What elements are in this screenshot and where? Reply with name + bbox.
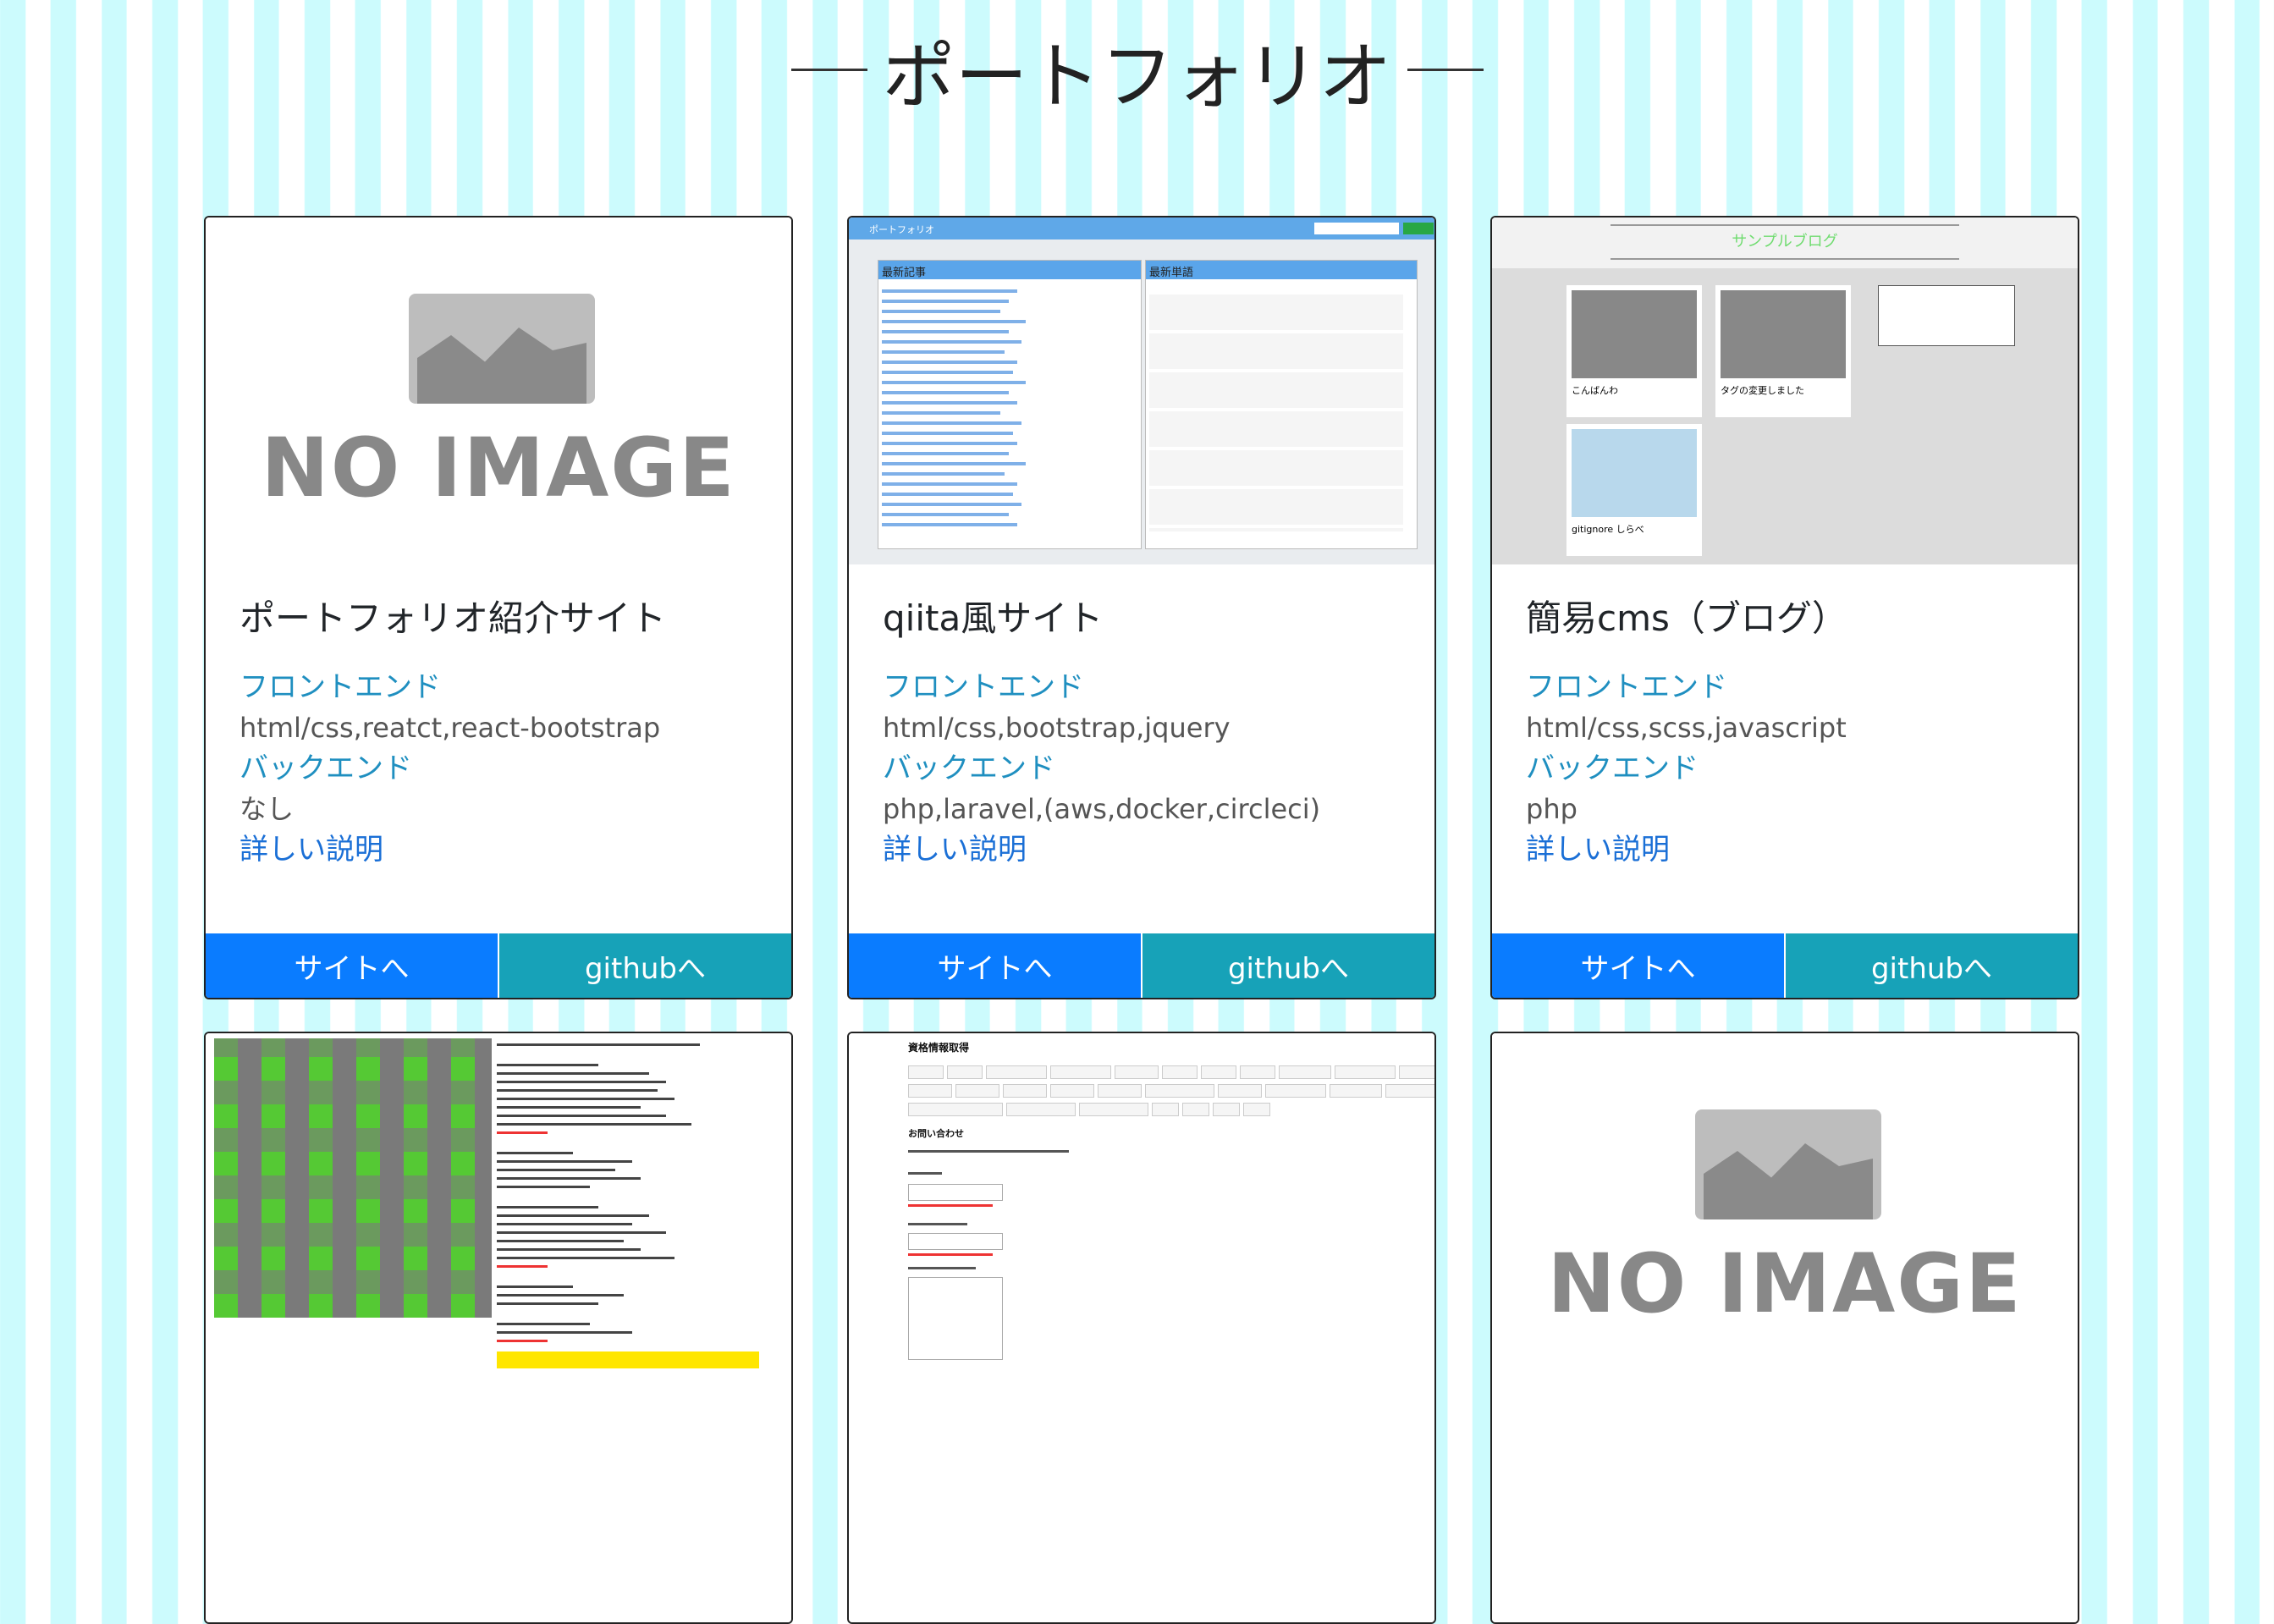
cms-header: サンプルブログ bbox=[1492, 217, 2078, 268]
title-right-rule bbox=[1407, 69, 1484, 71]
maze-image bbox=[214, 1038, 492, 1318]
contact-heading: お問い合わせ bbox=[908, 1128, 964, 1139]
no-image-placeholder[interactable]: NO IMAGE bbox=[1492, 1033, 2078, 1622]
card-image[interactable]: NO IMAGE bbox=[206, 217, 791, 564]
card-body: 簡易cms（ブログ） フロントエンド html/css,scss,javascr… bbox=[1526, 590, 2052, 870]
frontend-value: html/css,scss,javascript bbox=[1526, 712, 1847, 744]
card-body: ポートフォリオ紹介サイト フロントエンド html/css,reatct,rea… bbox=[240, 590, 766, 870]
card-image[interactable]: ポートフォリオ 最新記事 最新単語 bbox=[849, 217, 1434, 564]
backend-label: バックエンド bbox=[240, 751, 412, 785]
github-button[interactable]: githubへ bbox=[1141, 933, 1434, 998]
col-words-head: 最新単語 bbox=[1146, 261, 1417, 279]
screenshot-col1-title: 最新記事 bbox=[882, 267, 927, 279]
profile-box bbox=[1878, 285, 2015, 346]
blog-post-image bbox=[1572, 429, 1697, 517]
card-title: ポートフォリオ紹介サイト bbox=[240, 597, 667, 639]
card-image[interactable]: サンプルブログ こんばんわ タグの変更しました gitignore しらべ bbox=[1492, 217, 2078, 564]
no-image-placeholder: NO IMAGE bbox=[206, 217, 791, 564]
blog-post-title: こんばんわ bbox=[1572, 385, 1618, 396]
col-articles-head: 最新記事 bbox=[878, 261, 1141, 279]
portfolio-card-3: サンプルブログ こんばんわ タグの変更しました gitignore しらべ 簡易… bbox=[1490, 216, 2079, 999]
card-buttons: サイトへ githubへ bbox=[849, 933, 1434, 998]
screenshot-col-words: 最新単語 bbox=[1145, 260, 1418, 549]
portfolio-card-1: NO IMAGE ポートフォリオ紹介サイト フロントエンド html/css,r… bbox=[204, 216, 793, 999]
frontend-value: html/css,bootstrap,jquery bbox=[883, 712, 1231, 744]
blog-title: サンプルブログ bbox=[1732, 233, 1838, 250]
frontend-value: html/css,reatct,react-bootstrap bbox=[240, 712, 661, 744]
site-button[interactable]: サイトへ bbox=[206, 933, 498, 998]
card-buttons: サイトへ githubへ bbox=[1492, 933, 2078, 998]
email-input-preview bbox=[908, 1233, 1003, 1250]
portfolio-card-6: NO IMAGE bbox=[1490, 1032, 2079, 1624]
game-log bbox=[497, 1038, 786, 1622]
backend-value: php bbox=[1526, 793, 1577, 825]
card-buttons: サイトへ githubへ bbox=[206, 933, 791, 998]
blog-post-image bbox=[1721, 290, 1846, 378]
site-button[interactable]: サイトへ bbox=[849, 933, 1141, 998]
backend-label: バックエンド bbox=[883, 751, 1055, 785]
portfolio-card-5: 資格情報取得 お問い合わせ bbox=[847, 1032, 1436, 1624]
form-heading: 資格情報取得 bbox=[908, 1042, 970, 1054]
screenshot-navbar: ポートフォリオ bbox=[849, 217, 1434, 239]
portfolio-card-4 bbox=[204, 1032, 793, 1624]
card-body: qiita風サイト フロントエンド html/css,bootstrap,jqu… bbox=[883, 590, 1409, 870]
screenshot-col2-title: 最新単語 bbox=[1149, 267, 1194, 279]
frontend-label: フロントエンド bbox=[240, 670, 441, 704]
page-title-row: ポートフォリオ bbox=[790, 17, 1484, 123]
cms-screenshot: サンプルブログ こんばんわ タグの変更しました gitignore しらべ bbox=[1492, 217, 2078, 564]
frontend-label: フロントエンド bbox=[883, 670, 1084, 704]
card-title: qiita風サイト bbox=[883, 597, 1104, 639]
blog-post-image bbox=[1572, 290, 1697, 378]
portfolio-card-2: ポートフォリオ 最新記事 最新単語 qiita風サイト フロントエンド html… bbox=[847, 216, 1436, 999]
github-button[interactable]: githubへ bbox=[1784, 933, 2078, 998]
qiita-screenshot: ポートフォリオ 最新記事 最新単語 bbox=[849, 217, 1434, 564]
detail-link[interactable]: 詳しい説明 bbox=[240, 829, 766, 870]
site-button[interactable]: サイトへ bbox=[1492, 933, 1784, 998]
blog-post-title: タグの変更しました bbox=[1721, 385, 1804, 396]
screenshot-col-articles: 最新記事 bbox=[878, 260, 1142, 549]
detail-link[interactable]: 詳しい説明 bbox=[1526, 829, 2052, 870]
page-header: ポートフォリオ bbox=[0, 17, 2274, 123]
blog-post-card: gitignore しらべ bbox=[1566, 424, 1702, 556]
screenshot-nav-title: ポートフォリオ bbox=[869, 224, 934, 235]
backend-value: なし bbox=[240, 793, 295, 825]
message-input-preview bbox=[908, 1277, 1003, 1360]
blog-post-card: こんばんわ bbox=[1566, 285, 1702, 417]
title-left-rule bbox=[790, 69, 867, 71]
no-image-text: NO IMAGE bbox=[1547, 1236, 2023, 1331]
blog-post-title: gitignore しらべ bbox=[1572, 524, 1644, 535]
game-screenshot[interactable] bbox=[206, 1033, 791, 1622]
backend-label: バックエンド bbox=[1526, 751, 1699, 785]
name-input-preview bbox=[908, 1184, 1003, 1201]
detail-link[interactable]: 詳しい説明 bbox=[883, 829, 1409, 870]
form-screenshot[interactable]: 資格情報取得 お問い合わせ bbox=[849, 1033, 1434, 1622]
no-image-text: NO IMAGE bbox=[261, 421, 736, 515]
card-title: 簡易cms（ブログ） bbox=[1526, 597, 1847, 639]
frontend-label: フロントエンド bbox=[1526, 670, 1727, 704]
blog-post-card: タグの変更しました bbox=[1715, 285, 1851, 417]
page-title: ポートフォリオ bbox=[882, 35, 1392, 119]
github-button[interactable]: githubへ bbox=[498, 933, 791, 998]
backend-value: php,laravel,(aws,docker,circleci) bbox=[883, 793, 1321, 825]
